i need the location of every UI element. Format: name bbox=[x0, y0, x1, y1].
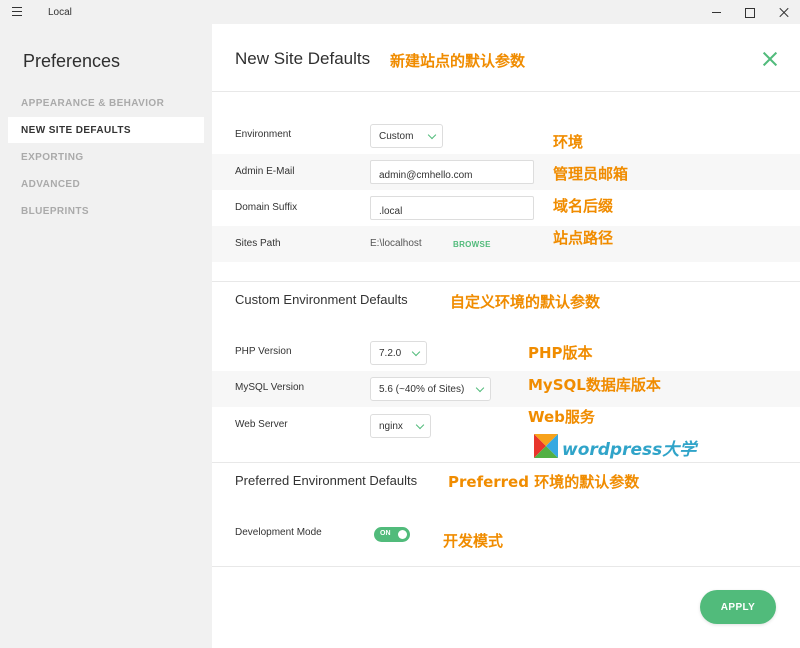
annotation-admin-email: 管理员邮箱 bbox=[553, 165, 629, 183]
sidebar-title: Preferences bbox=[23, 51, 121, 71]
annotation-sites-path: 站点路径 bbox=[553, 229, 614, 247]
custom-env-title: Custom Environment Defaults bbox=[235, 292, 408, 307]
php-version-value: 7.2.0 bbox=[379, 348, 402, 359]
maximize-icon[interactable] bbox=[740, 4, 760, 20]
apply-button[interactable]: APPLY bbox=[700, 590, 776, 624]
row-background bbox=[212, 226, 800, 262]
toggle-knob bbox=[398, 530, 407, 539]
annotation-environment: 环境 bbox=[553, 133, 584, 151]
sidebar-item-advanced[interactable]: ADVANCED bbox=[8, 171, 204, 197]
preferred-env-title: Preferred Environment Defaults bbox=[235, 473, 418, 488]
toggle-on-label: ON bbox=[380, 530, 391, 537]
browse-button[interactable]: BROWSE bbox=[453, 240, 491, 249]
sidebar: Preferences APPEARANCE & BEHAVIOR NEW SI… bbox=[0, 24, 212, 648]
sidebar-item-appearance[interactable]: APPEARANCE & BEHAVIOR bbox=[8, 90, 204, 116]
watermark-mark-icon bbox=[534, 434, 558, 458]
php-version-select[interactable]: 7.2.0 bbox=[370, 341, 427, 365]
annotation-title: 新建站点的默认参数 bbox=[390, 52, 526, 70]
close-icon[interactable] bbox=[762, 51, 778, 67]
dev-mode-toggle[interactable]: ON bbox=[374, 527, 410, 542]
domain-suffix-label: Domain Suffix bbox=[235, 202, 298, 213]
sites-path-label: Sites Path bbox=[235, 238, 281, 249]
app-title: Local bbox=[48, 7, 72, 18]
annotation-preferred: Preferred 环境的默认参数 bbox=[448, 473, 640, 491]
divider bbox=[212, 566, 800, 567]
mysql-version-label: MySQL Version bbox=[235, 382, 305, 393]
main-panel: New Site Defaults Environment Custom Adm… bbox=[212, 24, 800, 648]
admin-email-field[interactable] bbox=[370, 160, 534, 184]
title-bar: Local bbox=[0, 0, 800, 24]
hamburger-menu-icon[interactable] bbox=[12, 7, 22, 16]
environment-select[interactable]: Custom bbox=[370, 124, 443, 148]
annotation-domain-suffix: 域名后缀 bbox=[553, 197, 614, 215]
mysql-version-value: 5.6 (~40% of Sites) bbox=[379, 384, 465, 395]
annotation-custom-env: 自定义环境的默认参数 bbox=[450, 293, 601, 311]
page-title: New Site Defaults bbox=[235, 49, 371, 68]
window-close-icon[interactable] bbox=[774, 4, 794, 20]
sites-path-value: E:\localhost bbox=[370, 238, 422, 249]
minimize-icon[interactable] bbox=[706, 4, 726, 20]
mysql-version-select[interactable]: 5.6 (~40% of Sites) bbox=[370, 377, 491, 401]
watermark-text: wordpress大学 bbox=[562, 440, 697, 460]
dev-mode-label: Development Mode bbox=[235, 527, 322, 538]
annotation-mysql: MySQL数据库版本 bbox=[528, 376, 661, 394]
domain-suffix-field[interactable] bbox=[370, 196, 534, 220]
chevron-down-icon bbox=[475, 383, 485, 393]
annotation-web: Web服务 bbox=[528, 408, 595, 426]
environment-value: Custom bbox=[379, 131, 414, 142]
environment-label: Environment bbox=[235, 129, 292, 140]
chevron-down-icon bbox=[427, 130, 437, 140]
web-server-select[interactable]: nginx bbox=[370, 414, 431, 438]
annotation-dev-mode: 开发模式 bbox=[443, 532, 504, 550]
sidebar-item-new-site-defaults[interactable]: NEW SITE DEFAULTS bbox=[8, 117, 204, 143]
chevron-down-icon bbox=[411, 347, 421, 357]
watermark-logo: wordpress大学 bbox=[534, 434, 697, 460]
web-server-value: nginx bbox=[379, 421, 403, 432]
sidebar-item-exporting[interactable]: EXPORTING bbox=[8, 144, 204, 170]
annotation-php: PHP版本 bbox=[528, 344, 593, 362]
php-version-label: PHP Version bbox=[235, 346, 292, 357]
web-server-label: Web Server bbox=[235, 419, 288, 430]
divider bbox=[212, 462, 800, 463]
chevron-down-icon bbox=[415, 420, 425, 430]
admin-email-label: Admin E-Mail bbox=[235, 166, 295, 177]
divider bbox=[212, 91, 800, 92]
sidebar-item-blueprints[interactable]: BLUEPRINTS bbox=[8, 198, 204, 224]
divider bbox=[212, 281, 800, 282]
